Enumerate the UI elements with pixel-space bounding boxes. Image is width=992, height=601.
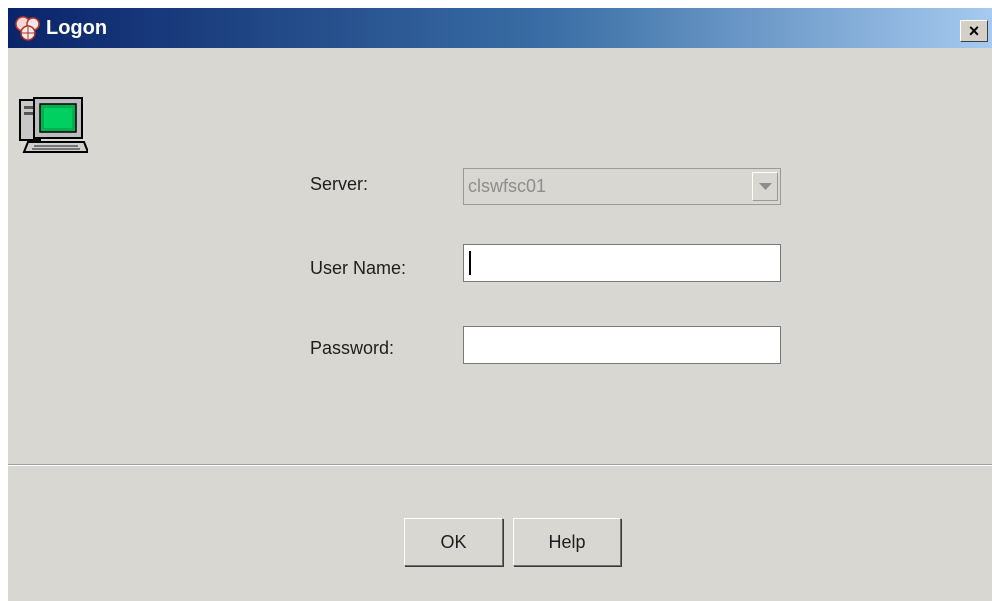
password-label: Password: — [310, 338, 395, 358]
dropdown-button[interactable] — [752, 172, 778, 201]
close-button[interactable]: × — [960, 20, 988, 42]
separator — [8, 464, 992, 466]
title-bar: Logon × — [8, 8, 992, 48]
ok-button[interactable]: OK — [404, 518, 503, 566]
logon-dialog: Logon × Server: clswfsc01 User Name: Pas… — [8, 8, 992, 601]
help-button[interactable]: Help — [513, 518, 621, 566]
chevron-down-icon — [759, 183, 772, 190]
user-name-label: User Name: — [310, 258, 407, 278]
text-caret — [469, 251, 471, 275]
server-select[interactable]: clswfsc01 — [463, 168, 781, 205]
close-icon: × — [968, 21, 980, 41]
server-label: Server: — [310, 174, 369, 194]
password-input[interactable] — [463, 326, 781, 364]
window-title: Logon — [46, 17, 108, 39]
server-value: clswfsc01 — [468, 176, 547, 196]
logon-app-icon — [14, 15, 42, 41]
user-name-input[interactable] — [463, 244, 781, 282]
computer-terminal-icon — [18, 94, 90, 156]
